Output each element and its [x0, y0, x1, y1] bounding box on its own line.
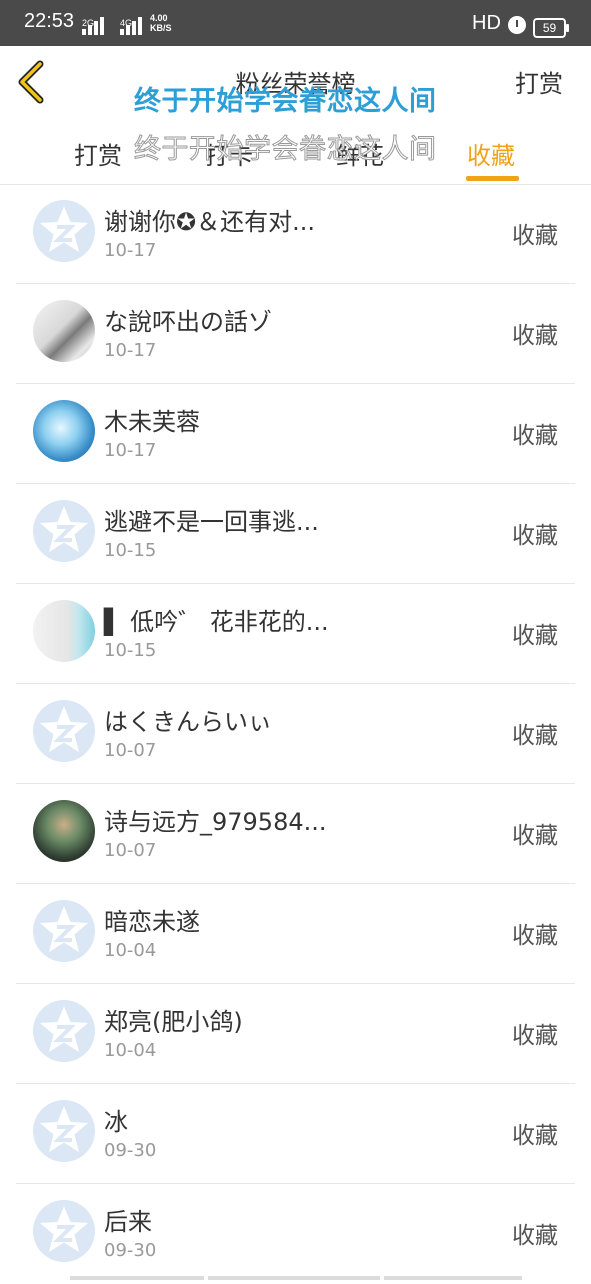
default-avatar-icon[interactable]	[33, 1000, 95, 1062]
photo-avatar[interactable]	[33, 800, 95, 862]
fav-date: 10-17	[104, 240, 157, 261]
network-speed-value: 4.00	[150, 13, 168, 23]
user-name: ▌ 低吟゛ 花非花的...	[104, 608, 329, 636]
user-name: 后来	[104, 1208, 152, 1236]
favorite-label: 收藏	[512, 1023, 558, 1049]
fav-date: 10-15	[104, 640, 157, 661]
fav-date: 09-30	[104, 1240, 157, 1261]
bottom-bar-segment	[384, 1276, 522, 1280]
favorite-label: 收藏	[512, 423, 558, 449]
hd-indicator: HD	[472, 12, 501, 34]
tab-tip[interactable]: 打赏	[74, 136, 122, 171]
user-name: 木未芙蓉	[104, 408, 200, 436]
tab-favorites[interactable]: 收藏	[467, 136, 515, 171]
overlay-caption-blue: 终于开始学会眷恋这人间	[134, 86, 437, 117]
favorite-label: 收藏	[512, 623, 558, 649]
list-item[interactable]: 逃避不是一回事逃... 10-15 收藏	[0, 484, 591, 584]
list-item[interactable]: 后来 09-30 收藏	[0, 1184, 591, 1284]
list-item[interactable]: ▌ 低吟゛ 花非花的... 10-15 收藏	[0, 584, 591, 684]
user-name: 郑亮(肥小鸽)	[104, 1008, 243, 1036]
fav-date: 10-17	[104, 340, 157, 361]
network-speed: 4.00 KB/S	[150, 13, 172, 33]
list-item[interactable]: 冰 09-30 收藏	[0, 1084, 591, 1184]
bottom-bar-segment	[208, 1276, 380, 1280]
alarm-icon	[508, 16, 526, 34]
default-avatar-icon[interactable]	[33, 500, 95, 562]
list-item[interactable]: 木未芙蓉 10-17 收藏	[0, 384, 591, 484]
list-item[interactable]: 诗与远方_979584... 10-07 收藏	[0, 784, 591, 884]
fav-date: 10-07	[104, 840, 157, 861]
bottom-bar-segment	[70, 1276, 204, 1280]
favorite-label: 收藏	[512, 723, 558, 749]
list-item[interactable]: 暗恋未遂 10-04 收藏	[0, 884, 591, 984]
default-avatar-icon[interactable]	[33, 200, 95, 262]
fav-date: 10-04	[104, 1040, 157, 1061]
battery-icon: 59	[533, 18, 569, 38]
user-name: な說吥出の話ゾ	[104, 308, 272, 336]
favorite-label: 收藏	[512, 1223, 558, 1249]
user-name: 谢谢你✪＆还有对...	[104, 208, 315, 236]
list-item[interactable]: 谢谢你✪＆还有对... 10-17 收藏	[0, 184, 591, 284]
favorite-label: 收藏	[512, 223, 558, 249]
fav-date: 09-30	[104, 1140, 157, 1161]
photo-avatar[interactable]	[33, 600, 95, 662]
default-avatar-icon[interactable]	[33, 1100, 95, 1162]
tip-button[interactable]: 打赏	[515, 64, 563, 99]
user-name: 冰	[104, 1108, 128, 1136]
list-item[interactable]: な說吥出の話ゾ 10-17 收藏	[0, 284, 591, 384]
list-item[interactable]: 郑亮(肥小鸽) 10-04 收藏	[0, 984, 591, 1084]
default-avatar-icon[interactable]	[33, 900, 95, 962]
list-item[interactable]: はくきんらいぃ 10-07 收藏	[0, 684, 591, 784]
network-speed-unit: KB/S	[150, 23, 172, 33]
fav-date: 10-04	[104, 940, 157, 961]
battery-level: 59	[542, 21, 557, 35]
user-name: 暗恋未遂	[104, 908, 200, 936]
photo-avatar[interactable]	[33, 300, 95, 362]
user-name: はくきんらいぃ	[104, 708, 272, 736]
favorite-label: 收藏	[512, 323, 558, 349]
fav-date: 10-07	[104, 740, 157, 761]
fan-list: 谢谢你✪＆还有对... 10-17 收藏 な說吥出の話ゾ 10-17 收藏 木未…	[0, 184, 591, 1284]
favorite-label: 收藏	[512, 523, 558, 549]
favorite-label: 收藏	[512, 823, 558, 849]
favorite-label: 收藏	[512, 1123, 558, 1149]
photo-avatar[interactable]	[33, 400, 95, 462]
status-bar: 22:53 2G 4G 4.00 KB/S HD 59	[0, 0, 591, 46]
status-time: 22:53	[24, 10, 75, 32]
overlay-caption-outline: 终于开始学会眷恋这人间	[134, 134, 437, 166]
fav-date: 10-17	[104, 440, 157, 461]
fav-date: 10-15	[104, 540, 157, 561]
default-avatar-icon[interactable]	[33, 700, 95, 762]
user-name: 逃避不是一回事逃...	[104, 508, 319, 536]
active-tab-indicator	[466, 176, 519, 181]
user-name: 诗与远方_979584...	[104, 808, 327, 836]
favorite-label: 收藏	[512, 923, 558, 949]
default-avatar-icon[interactable]	[33, 1200, 95, 1262]
